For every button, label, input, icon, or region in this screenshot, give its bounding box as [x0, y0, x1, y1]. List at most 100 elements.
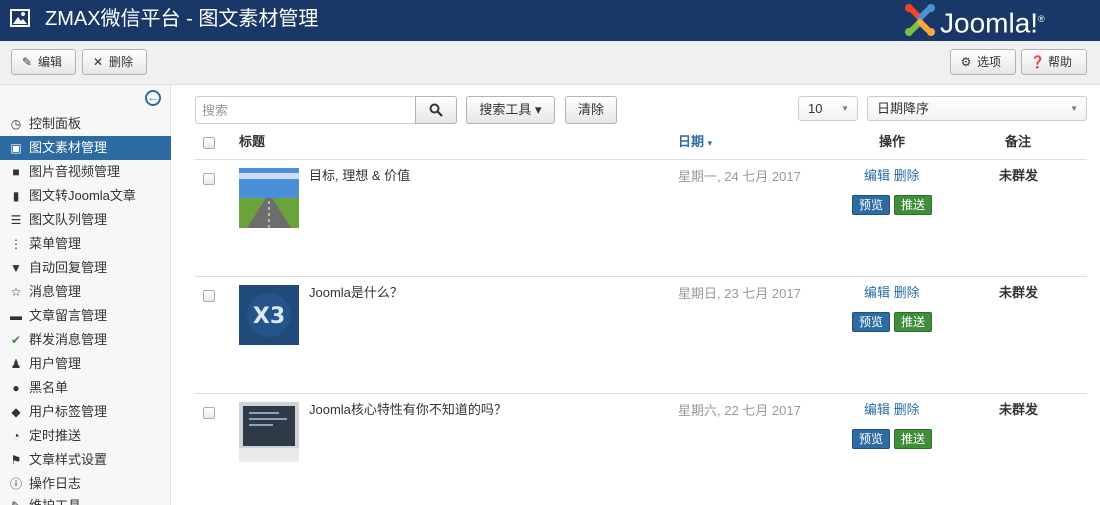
flag-icon: ⚑ — [10, 453, 22, 467]
row-divider — [195, 276, 1087, 277]
sort-desc-icon: ▾ — [707, 138, 713, 148]
row-title-link[interactable]: 目标, 理想 & 价值 — [309, 168, 410, 184]
sidebar-item-log[interactable]: ⓘ 操作日志 — [0, 472, 171, 496]
comment-icon: ▬ — [10, 309, 22, 323]
sidebar-item-styles[interactable]: ⚑ 文章样式设置 — [0, 448, 171, 472]
row-edit-link[interactable]: 编辑 — [864, 285, 890, 300]
sidebar-item-blacklist[interactable]: ● 黑名单 — [0, 376, 171, 400]
sidebar-item-label: 群发消息管理 — [29, 332, 108, 347]
thumbnail-road[interactable] — [239, 168, 299, 228]
sidebar-item-schedule[interactable]: ◔ 定时推送 — [0, 424, 171, 448]
sidebar-item-users[interactable]: ♟ 用户管理 — [0, 352, 171, 376]
clear-button[interactable]: 清除 — [565, 96, 617, 124]
filter-icon: ▼ — [10, 261, 22, 275]
sidebar-item-label: 黑名单 — [29, 380, 69, 395]
sidebar-item-autoreply[interactable]: ▼ 自动回复管理 — [0, 256, 171, 280]
row-date: 星期一, 24 七月 2017 — [678, 169, 801, 184]
push-button[interactable]: 推送 — [894, 312, 932, 332]
row-delete-link[interactable]: 删除 — [894, 285, 920, 300]
column-header-date[interactable]: 日期 ▾ — [678, 132, 712, 152]
wrench-icon: ✎ — [9, 494, 23, 505]
help-button-label: 帮助 — [1048, 55, 1073, 69]
row-date: 星期六, 22 七月 2017 — [678, 403, 801, 418]
preview-button[interactable]: 预览 — [852, 312, 890, 332]
row-checkbox[interactable] — [203, 173, 215, 185]
sidebar-item-messages[interactable]: ☆ 消息管理 — [0, 280, 171, 304]
edit-icon: ✎ — [21, 55, 33, 69]
row-edit-link[interactable]: 编辑 — [864, 168, 890, 183]
preview-button[interactable]: 预览 — [852, 429, 890, 449]
book-icon: ▮ — [12, 189, 20, 203]
sidebar-item-mass[interactable]: ✔ 群发消息管理 — [0, 328, 171, 352]
row-title-link[interactable]: Joomla核心特性有你不知道的吗？ — [309, 402, 507, 418]
sidebar-item-label: 用户管理 — [29, 356, 82, 371]
sidebar-item-convert[interactable]: ▮ 图文转Joomla文章 — [0, 184, 171, 208]
row-title-link[interactable]: Joomla是什么？ — [309, 285, 403, 301]
search-button[interactable] — [415, 96, 457, 124]
row-checkbox[interactable] — [203, 290, 215, 302]
thumbnail-joomla[interactable]: X3 — [239, 285, 299, 345]
sidebar-item-menu[interactable]: ⋮ 菜单管理 — [0, 232, 171, 256]
delete-button[interactable]: ✕ 删除 — [82, 49, 147, 75]
joomla-logo: Joomla!® — [898, 0, 1098, 40]
sidebar-item-label: 图文队列管理 — [29, 212, 108, 227]
row-actions: 编辑 删除 — [864, 285, 920, 301]
column-header-action: 操作 — [879, 134, 906, 149]
collapse-sidebar-icon[interactable]: ← — [145, 90, 161, 106]
image-icon — [10, 9, 30, 27]
info-icon: ⓘ — [9, 477, 22, 491]
column-header-note: 备注 — [1005, 134, 1032, 149]
preview-button[interactable]: 预览 — [852, 195, 890, 215]
sidebar-item-label: 文章留言管理 — [29, 308, 108, 323]
search-input[interactable] — [195, 96, 416, 124]
push-button[interactable]: 推送 — [894, 195, 932, 215]
sidebar-item-dashboard[interactable]: ◷ 控制面板 — [0, 112, 171, 136]
sort-select[interactable]: 日期降序 ▼ — [867, 96, 1087, 121]
select-all-checkbox[interactable] — [203, 137, 215, 149]
sidebar-item-label: 操作日志 — [29, 476, 82, 491]
sidebar-item-media[interactable]: ■ 图片音视频管理 — [0, 160, 171, 184]
app-header: ZMAX微信平台 - 图文素材管理 Joomla!® — [0, 0, 1100, 41]
limit-select[interactable]: 10 ▼ — [798, 96, 858, 121]
menu-dots-icon: ⋮ — [10, 237, 22, 251]
joomla-logo-text: Joomla!® — [940, 7, 1045, 39]
sidebar-item-comments[interactable]: ▬ 文章留言管理 — [0, 304, 171, 328]
delete-button-label: 删除 — [109, 55, 134, 69]
sort-select-value: 日期降序 — [877, 101, 930, 116]
circle-icon: ● — [12, 381, 20, 395]
video-icon: ■ — [12, 165, 20, 179]
chevron-down-icon: ▼ — [1070, 104, 1078, 113]
sidebar-item-label: 维护工具 — [29, 494, 81, 505]
row-actions: 编辑 删除 — [864, 402, 920, 418]
row-status: 未群发 — [999, 402, 1039, 417]
toolbar: ✎ 编辑 ✕ 删除 ⚙ 选项 ❓ 帮助 — [0, 41, 1100, 85]
edit-button[interactable]: ✎ 编辑 — [11, 49, 76, 75]
sidebar-item-articles[interactable]: ▣ 图文素材管理 — [0, 136, 171, 160]
row-delete-link[interactable]: 删除 — [894, 402, 920, 417]
gear-icon: ⚙ — [960, 55, 972, 69]
row-date: 星期日, 23 七月 2017 — [678, 286, 801, 301]
limit-select-value: 10 — [808, 101, 823, 116]
chevron-down-icon: ▼ — [841, 104, 849, 113]
push-button[interactable]: 推送 — [894, 429, 932, 449]
row-actions: 编辑 删除 — [864, 168, 920, 184]
sidebar-item-tags[interactable]: ◆ 用户标签管理 — [0, 400, 171, 424]
row-checkbox[interactable] — [203, 407, 215, 419]
sidebar-item-maintenance[interactable]: ✎ 维护工具 — [0, 494, 171, 505]
sidebar-item-label: 控制面板 — [29, 116, 82, 131]
list-icon: ☰ — [10, 213, 22, 227]
options-button[interactable]: ⚙ 选项 — [950, 49, 1016, 75]
clock-icon: ◔ — [12, 429, 20, 443]
thumbnail-presentation[interactable] — [239, 402, 299, 462]
row-divider — [195, 393, 1087, 394]
search-tools-button[interactable]: 搜索工具 ▾ — [466, 96, 555, 124]
sidebar-item-label: 定时推送 — [29, 428, 82, 443]
row-edit-link[interactable]: 编辑 — [864, 402, 890, 417]
tag-icon: ◆ — [11, 405, 21, 419]
sidebar-item-label: 自动回复管理 — [29, 260, 108, 275]
help-button[interactable]: ❓ 帮助 — [1021, 49, 1087, 75]
header-divider — [195, 159, 1087, 160]
row-delete-link[interactable]: 删除 — [894, 168, 920, 183]
sidebar-item-queue[interactable]: ☰ 图文队列管理 — [0, 208, 171, 232]
sidebar-item-label: 用户标签管理 — [29, 404, 108, 419]
